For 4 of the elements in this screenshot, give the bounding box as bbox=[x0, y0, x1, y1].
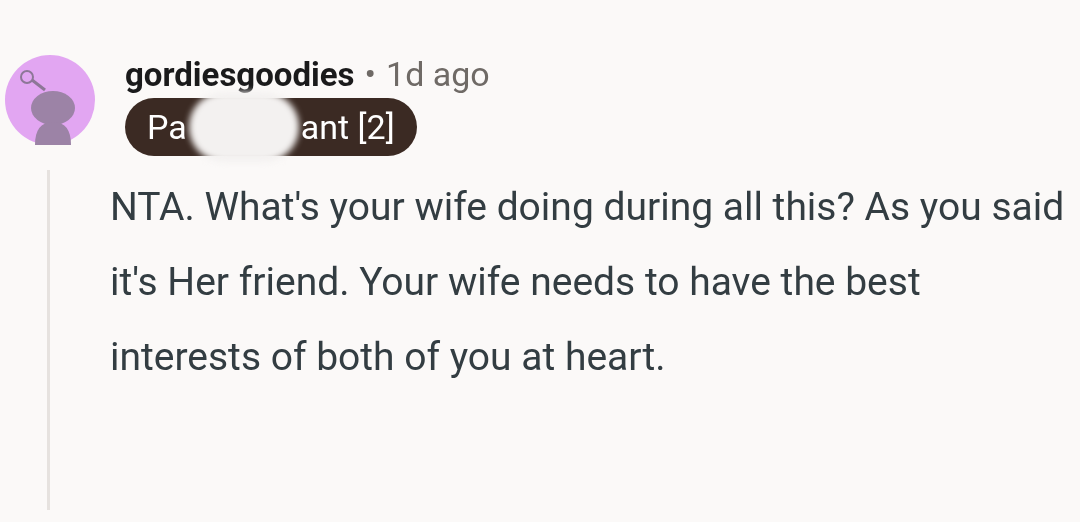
username[interactable]: gordiesgoodies bbox=[125, 54, 355, 94]
comment-text: NTA. What's your wife doing during all this? As you said it's Her friend. Your wife needs to have the best interests of both of you at heart. bbox=[110, 183, 1066, 382]
timestamp: 1d ago bbox=[386, 54, 490, 94]
separator-dot: • bbox=[364, 54, 377, 94]
